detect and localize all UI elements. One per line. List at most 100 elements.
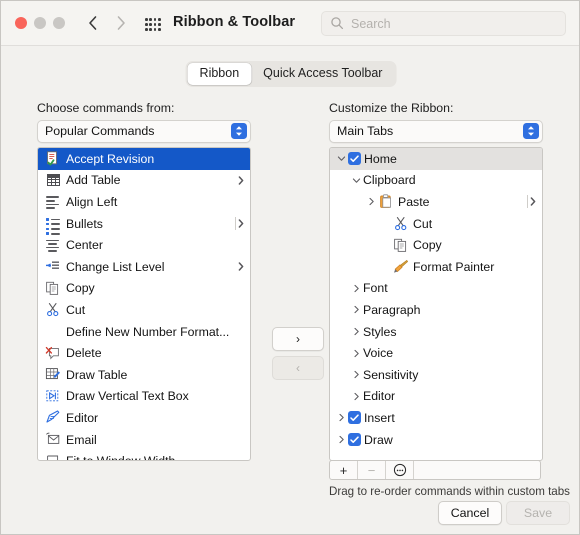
command-row[interactable]: Draw Vertical Text Box [38,386,250,408]
commands-list[interactable]: Accept Revision Add Table Align Left Bullet… [37,147,251,461]
submenu-arrow-icon[interactable] [530,197,536,208]
chevron-right-icon[interactable] [335,435,348,444]
tree-row[interactable]: Sensitivity [330,364,542,386]
settings-ellipsis-icon[interactable] [386,461,414,479]
tab-ribbon[interactable]: Ribbon [187,63,252,85]
reorder-hint: Drag to re-order commands within custom … [329,485,570,498]
tree-row[interactable]: Format Painter [330,256,542,278]
add-command-button[interactable]: › [272,327,324,351]
command-row[interactable]: Change List Level [38,256,250,278]
tab-checkbox[interactable] [348,152,361,166]
command-row[interactable]: Define New Number Format... [38,321,250,343]
tree-row[interactable]: Copy [330,234,542,256]
tree-row[interactable]: Home [330,148,542,170]
fit-window-width-icon [45,454,61,460]
tree-row[interactable]: Voice [330,342,542,364]
tree-row[interactable]: Styles [330,321,542,343]
format-painter-icon [393,259,409,274]
command-row[interactable]: Bullets [38,213,250,236]
tree-row[interactable]: Clipboard [330,170,542,192]
row-divider [235,216,236,230]
tab-quick-access-toolbar[interactable]: Quick Access Toolbar [251,63,394,85]
command-label: Center [66,238,103,253]
all-preferences-grid-icon[interactable] [144,15,161,32]
chevron-right-icon[interactable] [350,349,363,358]
chevron-right-icon[interactable] [350,327,363,336]
tree-row[interactable]: Font [330,278,542,300]
ribbon-tree-toolbar[interactable]: + − [329,460,541,480]
chevron-left-icon: ‹ [296,361,300,375]
tree-row-label: Font [363,281,388,296]
tree-row-label: Cut [413,216,433,231]
chevron-right-icon[interactable] [365,197,378,206]
back-arrow-icon[interactable] [83,13,103,33]
cancel-label: Cancel [450,506,490,520]
align-left-icon [45,194,61,209]
tree-row[interactable]: Insert [330,407,542,429]
choose-commands-popup[interactable]: Popular Commands [37,120,251,143]
tree-row-label: Paste [398,194,430,209]
scissors-icon [45,302,61,317]
command-row[interactable]: Fit to Window Width [38,450,250,460]
tab-segmented-control[interactable]: Ribbon Quick Access Toolbar [185,61,397,87]
search-input[interactable] [349,12,561,35]
submenu-arrow-icon[interactable] [238,262,244,273]
command-row[interactable]: Cut [38,299,250,321]
chevron-right-icon[interactable] [350,284,363,293]
minus-icon[interactable]: − [358,461,386,479]
customize-ribbon-popup[interactable]: Main Tabs [329,120,543,143]
forward-arrow-icon[interactable] [111,13,131,33]
submenu-arrow-icon[interactable] [238,219,244,230]
chevron-right-icon[interactable] [350,392,363,401]
tree-row[interactable]: Editor [330,386,542,408]
remove-command-button[interactable]: ‹ [272,356,324,380]
draw-table-icon [45,367,61,382]
minimize-button[interactable] [34,17,46,29]
chevron-right-icon[interactable] [350,305,363,314]
command-row[interactable]: Accept Revision [38,148,250,170]
row-divider [527,195,528,209]
chevron-down-icon[interactable] [350,176,363,185]
search-field[interactable] [321,11,566,36]
tree-row[interactable]: Paste [330,191,542,213]
plus-icon[interactable]: + [330,461,358,479]
paste-icon [378,194,394,209]
accept-revision-icon [45,151,61,166]
ribbon-tree[interactable]: Home Clipboard Paste Cut Copy Format Painter F… [329,147,543,461]
zoom-button[interactable] [53,17,65,29]
window-titlebar: Ribbon & Toolbar [1,1,579,46]
command-row[interactable]: Align Left [38,191,250,213]
close-button[interactable] [15,17,27,29]
chevron-right-icon[interactable] [335,413,348,422]
command-row[interactable]: Copy [38,278,250,300]
tree-row[interactable]: Paragraph [330,299,542,321]
bullets-icon [45,216,61,236]
command-row[interactable]: Email [38,429,250,451]
tree-row-label: Sensitivity [363,367,419,382]
save-button[interactable]: Save [506,501,570,525]
submenu-arrow-icon[interactable] [238,175,244,187]
command-row[interactable]: Center [38,234,250,256]
command-row[interactable]: Add Table [38,170,250,192]
command-row[interactable]: Draw Table [38,364,250,386]
command-label: Define New Number Format... [66,324,230,339]
command-row[interactable]: Editor [38,407,250,429]
chevron-updown-icon [523,123,539,139]
command-label: Copy [66,281,95,296]
cancel-button[interactable]: Cancel [438,501,502,525]
tree-row[interactable]: Draw [330,429,542,451]
chevron-right-icon[interactable] [350,370,363,379]
scissors-icon [393,216,409,231]
chevron-down-icon[interactable] [335,154,348,163]
tree-row-label: Home [364,151,397,166]
choose-commands-value: Popular Commands [45,124,155,138]
tab-checkbox[interactable] [348,411,361,425]
tree-row-label: Insert [364,410,395,425]
command-label: Align Left [66,194,118,209]
tab-checkbox[interactable] [348,433,361,447]
page-title: Ribbon & Toolbar [173,14,296,30]
command-row[interactable]: Delete [38,342,250,364]
vertical-text-box-icon [45,389,61,404]
tree-row[interactable]: Cut [330,213,542,235]
tree-row-label: Clipboard [363,173,416,188]
